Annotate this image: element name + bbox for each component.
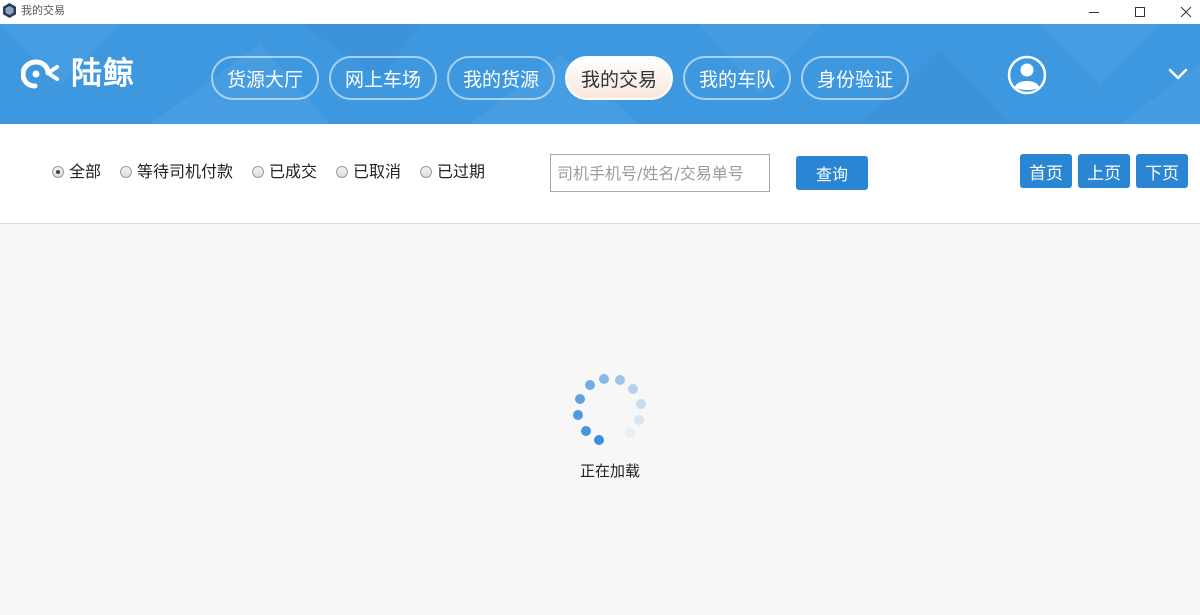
nav-tab-identity-verify[interactable]: 身份验证	[801, 56, 909, 100]
whale-logo-icon	[21, 59, 59, 89]
prev-page-button[interactable]: 上页	[1078, 154, 1130, 188]
chevron-down-icon[interactable]	[1167, 66, 1189, 82]
nav-tab-my-trades[interactable]: 我的交易	[565, 56, 673, 100]
spinner-dot	[573, 410, 583, 420]
maximize-button[interactable]	[1117, 0, 1163, 24]
nav-tab-label: 网上车场	[344, 68, 421, 91]
radio-label: 已成交	[269, 162, 318, 181]
spinner-dot	[585, 380, 595, 390]
radio-label: 全部	[69, 162, 102, 181]
app-header: 陆鲸 货源大厅 网上车场 我的货源 我的交易 我的车队 身份验证	[0, 24, 1200, 124]
logo-text: 陆鲸	[71, 56, 135, 92]
spinner-dot	[575, 394, 585, 404]
nav-tab-online-yard[interactable]: 网上车场	[329, 56, 437, 100]
radio-button-checked[interactable]	[52, 166, 64, 178]
spinner-dot	[581, 426, 591, 436]
nav-tab-cargo-hall[interactable]: 货源大厅	[211, 56, 319, 100]
spinner-dot	[599, 374, 609, 384]
next-page-button[interactable]: 下页	[1136, 154, 1188, 188]
radio-label: 已过期	[437, 162, 486, 181]
radio-button[interactable]	[120, 166, 132, 178]
search-input[interactable]	[550, 154, 770, 192]
loading-spinner-icon	[573, 374, 646, 445]
close-button[interactable]	[1163, 0, 1200, 24]
nav-tab-my-cargo[interactable]: 我的货源	[447, 56, 555, 100]
nav-tab-label: 我的交易	[580, 68, 657, 91]
nav-tab-label: 我的货源	[462, 68, 539, 91]
nav-tab-my-fleet[interactable]: 我的车队	[683, 56, 791, 100]
spinner-dot	[594, 435, 604, 445]
radio-button[interactable]	[252, 166, 264, 178]
first-page-button[interactable]: 首页	[1020, 154, 1072, 188]
close-icon	[1180, 6, 1192, 18]
spinner-dot	[628, 384, 638, 394]
app-logo: 陆鲸	[21, 56, 135, 92]
minimize-icon	[1089, 12, 1099, 13]
maximize-icon	[1135, 7, 1145, 17]
nav-tab-label: 我的车队	[698, 68, 775, 91]
spinner-dot	[615, 375, 625, 385]
window-title: 我的交易	[21, 4, 65, 17]
query-button[interactable]: 查询	[796, 156, 868, 190]
minimize-button[interactable]	[1071, 0, 1117, 24]
radio-button[interactable]	[420, 166, 432, 178]
filter-radio-completed[interactable]: 已成交	[252, 162, 317, 182]
spinner-dot	[634, 415, 644, 425]
filter-radio-awaiting-payment[interactable]: 等待司机付款	[120, 162, 233, 182]
radio-label: 等待司机付款	[137, 162, 234, 181]
filter-radio-all[interactable]: 全部	[52, 162, 101, 182]
loading-text: 正在加载	[579, 462, 640, 480]
window-titlebar: 我的交易	[0, 0, 1200, 24]
nav-tab-label: 身份验证	[816, 68, 893, 91]
radio-label: 已取消	[353, 162, 402, 181]
filter-bar: 全部 等待司机付款 已成交 已取消 已过期 查询 首页 上页 下页	[0, 124, 1200, 224]
filter-radio-cancelled[interactable]: 已取消	[336, 162, 401, 182]
spinner-dot	[636, 399, 646, 409]
radio-button[interactable]	[336, 166, 348, 178]
user-avatar-icon[interactable]	[1007, 55, 1047, 95]
nav-tab-label: 货源大厅	[226, 68, 303, 91]
app-icon	[3, 3, 16, 18]
spinner-dot	[625, 428, 635, 438]
filter-radio-expired[interactable]: 已过期	[420, 162, 485, 182]
